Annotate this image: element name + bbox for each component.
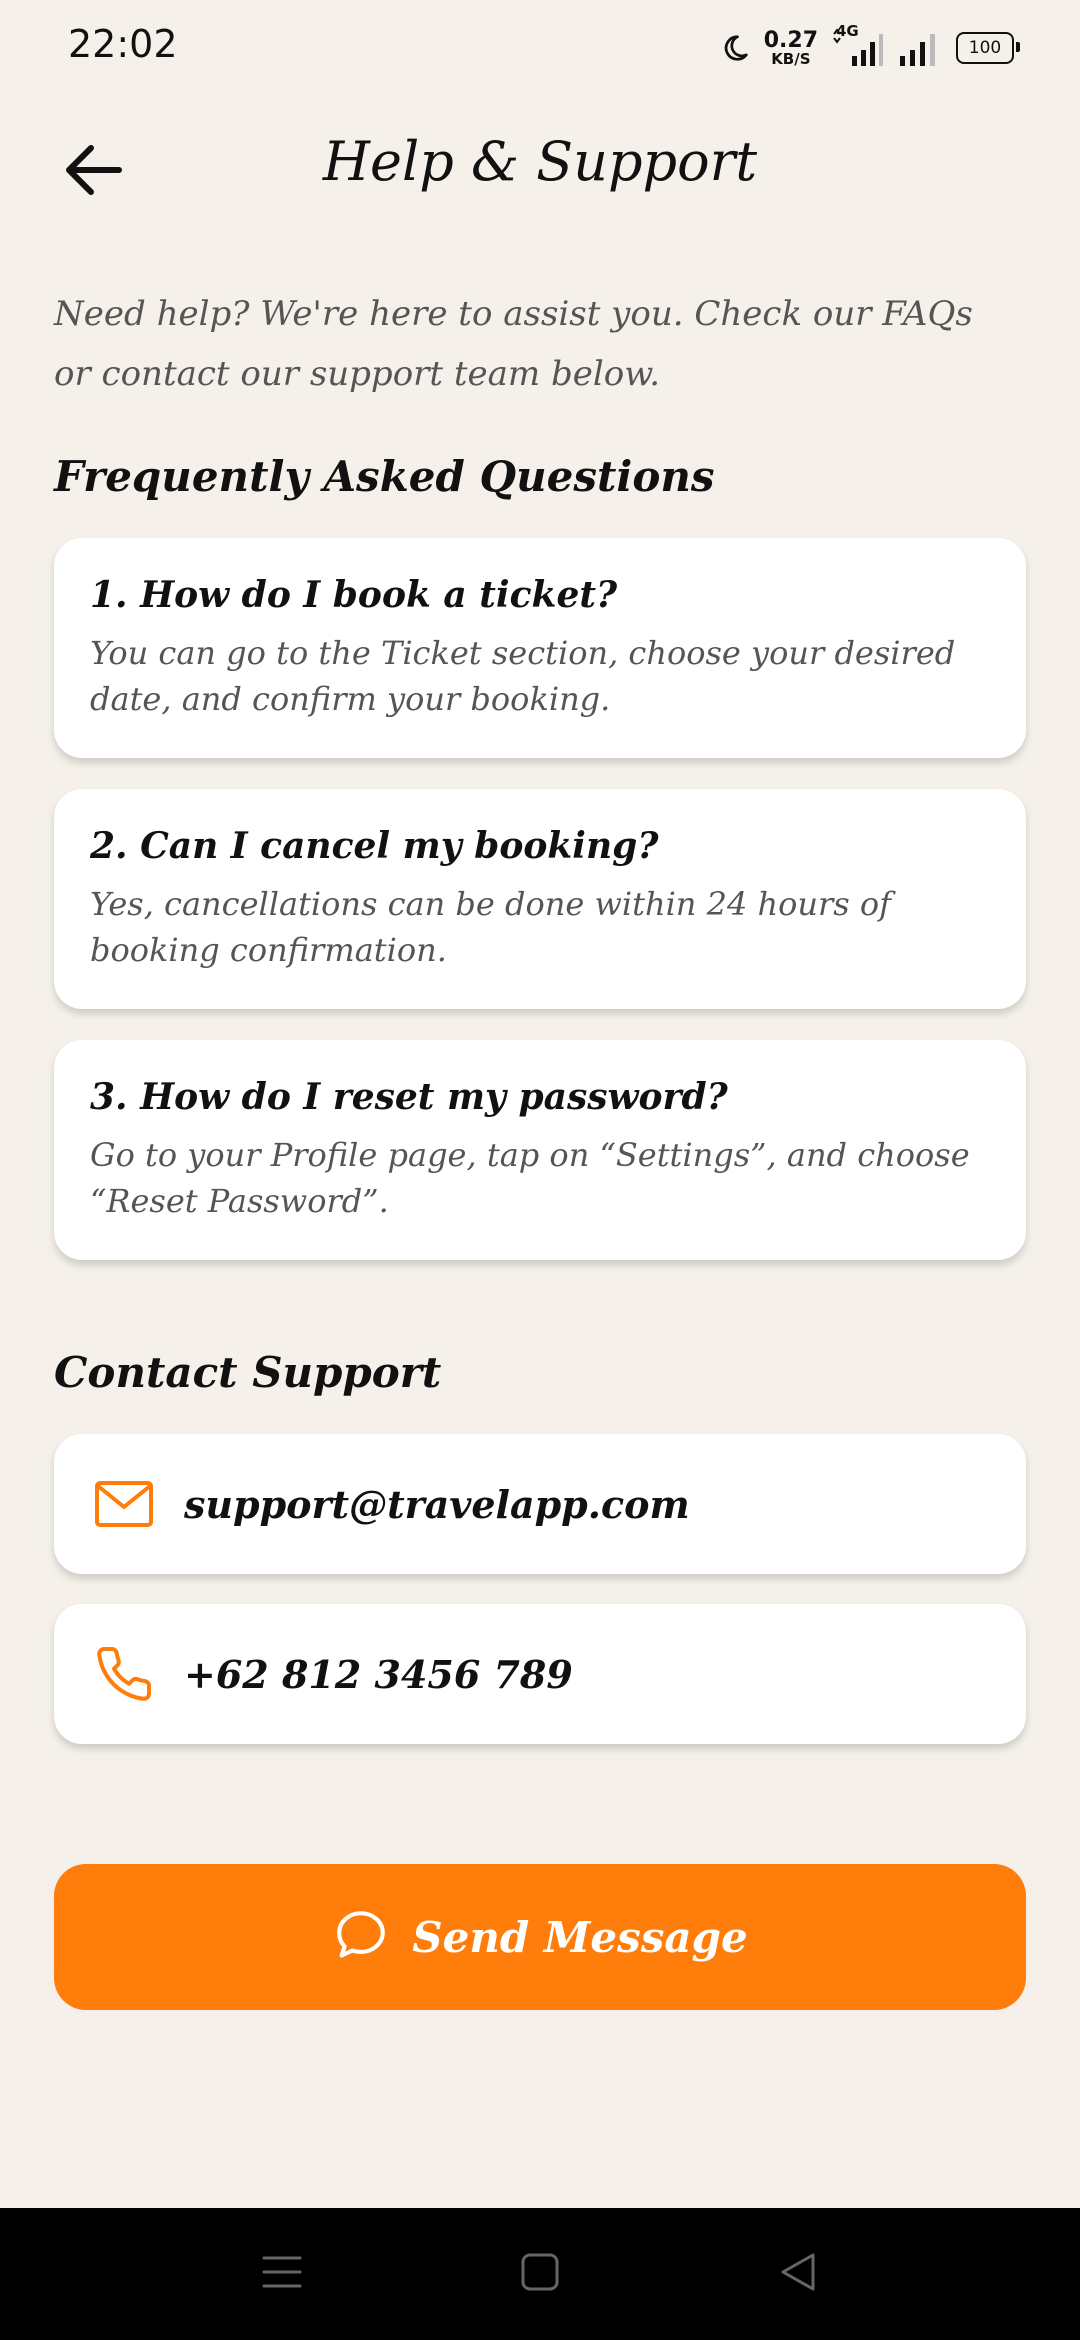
faq-answer: Yes, cancellations can be done within 24… [90, 885, 891, 969]
back-nav-button[interactable] [766, 2242, 830, 2306]
contact-section-title: Contact Support [54, 1348, 442, 1397]
mail-icon [92, 1472, 156, 1536]
battery-level: 100 [968, 38, 1002, 58]
signal-icon [898, 28, 942, 68]
faq-item[interactable]: 3. How do I reset my password? Go to you… [54, 1040, 1026, 1260]
signal-4g-icon: 4G [832, 22, 884, 68]
faq-section-title: Frequently Asked Questions [54, 452, 715, 501]
net-speed: 0.27 KB/S [763, 27, 818, 68]
send-message-button[interactable]: Send Message [54, 1864, 1026, 2010]
faq-item[interactable]: 1. How do I book a ticket? You can go to… [54, 538, 1026, 758]
home-button[interactable] [508, 2242, 572, 2306]
help-support-screen: 22:02 0.27 KB/S 4G 100 Help & Support Ne… [0, 0, 1080, 2340]
status-icons: 0.27 KB/S 4G 100 [720, 22, 1020, 70]
net-speed-unit: KB/S [771, 49, 811, 68]
phone-contact-card[interactable]: +62 812 3456 789 [54, 1604, 1026, 1744]
faq-question: 3. How do I reset my password? [90, 1076, 728, 1118]
recent-apps-button[interactable] [250, 2242, 314, 2306]
moon-icon [720, 33, 750, 63]
faq-answer: You can go to the Ticket section, choose… [90, 634, 956, 718]
faq-question: 1. How do I book a ticket? [90, 574, 618, 616]
phone-icon [92, 1642, 156, 1706]
faq-item[interactable]: 2. Can I cancel my booking? Yes, cancell… [54, 789, 1026, 1009]
square-icon [521, 2253, 559, 2295]
net-speed-value: 0.27 [763, 27, 818, 53]
intro-text: Need help? We're here to assist you. Che… [54, 294, 973, 394]
faq-answer: Go to your Profile page, tap on “Setting… [90, 1136, 970, 1220]
status-time: 22:02 [68, 22, 178, 66]
email-contact-card[interactable]: support@travelapp.com [54, 1434, 1026, 1574]
support-email: support@travelapp.com [184, 1481, 690, 1527]
chat-bubble-icon [332, 1906, 390, 1968]
support-phone: +62 812 3456 789 [184, 1651, 573, 1697]
battery-icon: 100 [956, 32, 1020, 64]
app-header: Help & Support [0, 110, 1080, 220]
send-message-label: Send Message [412, 1912, 748, 1962]
status-bar: 22:02 0.27 KB/S 4G 100 [0, 0, 1080, 96]
faq-question: 2. Can I cancel my booking? [90, 825, 659, 867]
menu-icon [262, 2255, 302, 2293]
network-type-label: 4G [836, 22, 859, 40]
page-title: Help & Support [322, 130, 758, 193]
triangle-back-icon [779, 2252, 817, 2296]
system-navigation-bar [0, 2208, 1080, 2340]
